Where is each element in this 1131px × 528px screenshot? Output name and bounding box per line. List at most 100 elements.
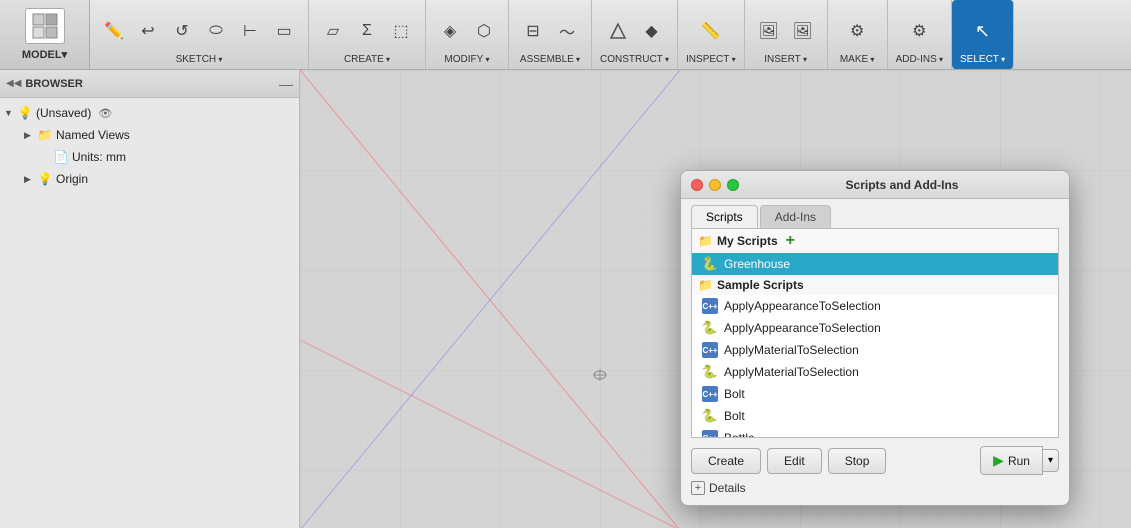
dialog-titlebar: Scripts and Add-Ins	[681, 171, 1069, 199]
create-icon-2[interactable]: Σ	[351, 15, 383, 47]
tree-label-units: Units: mm	[72, 150, 126, 164]
insert-section: 🖼 🖼 INSERT	[745, 0, 828, 69]
model-menu[interactable]: MODEL▾	[0, 0, 90, 69]
make-label[interactable]: MAKE	[840, 54, 875, 65]
script-label-apply-appearance-cpp: ApplyAppearanceToSelection	[724, 299, 881, 313]
script-item-apply-appearance-cpp[interactable]: C++ ApplyAppearanceToSelection	[692, 295, 1058, 317]
script-item-bolt-cpp[interactable]: C++ Bolt	[692, 383, 1058, 405]
sketch-icon-4[interactable]: ⬭	[200, 15, 232, 47]
assemble-icon-2[interactable]: 〜	[551, 15, 583, 47]
python-icon-greenhouse: 🐍	[702, 256, 718, 272]
create-section: ▱ Σ ⬚ CREATE	[309, 0, 426, 69]
maximize-button[interactable]	[727, 179, 739, 191]
details-expand-btn[interactable]: +	[691, 481, 705, 495]
inspect-icon-1[interactable]: 📏	[695, 15, 727, 47]
add-script-button[interactable]: +	[786, 232, 795, 250]
run-button[interactable]: ▶ Run	[980, 446, 1043, 475]
addins-section: ⚙ ADD-INS	[888, 0, 952, 69]
assemble-label[interactable]: ASSEMBLE	[520, 54, 580, 65]
make-section: ⚙ MAKE	[828, 0, 888, 69]
browser-header: ◀◀ BROWSER —	[0, 70, 299, 98]
construct-label[interactable]: CONSTRUCT	[600, 54, 669, 65]
tree-icon-origin: 💡	[37, 172, 53, 186]
close-button[interactable]	[691, 179, 703, 191]
model-label: MODEL▾	[22, 48, 67, 61]
sketch-label[interactable]: SKETCH	[176, 54, 223, 65]
tree-icon-named-views: 📁	[37, 128, 53, 142]
make-icon-1[interactable]: ⚙	[841, 15, 873, 47]
insert-icon-2[interactable]: 🖼	[787, 15, 819, 47]
sketch-icon-3[interactable]: ↺	[166, 15, 198, 47]
tree-arrow-origin: ▶	[24, 174, 34, 185]
tree-item-unsaved[interactable]: ▼ 💡 (Unsaved) 👁	[0, 102, 299, 124]
tree-item-units[interactable]: ▶ 📄 Units: mm	[0, 146, 299, 168]
script-item-bottle-cpp[interactable]: C++ Bottle	[692, 427, 1058, 438]
create-icon-3[interactable]: ⬚	[385, 15, 417, 47]
construct-section: ◆ CONSTRUCT	[592, 0, 678, 69]
script-label-bottle-cpp: Bottle	[724, 431, 755, 438]
scripts-dialog: Scripts and Add-Ins Scripts Add-Ins 📁 My…	[680, 170, 1070, 506]
script-label-bolt-cpp: Bolt	[724, 387, 745, 401]
tree-item-origin[interactable]: ▶ 💡 Origin	[0, 168, 299, 190]
construct-icon-1[interactable]	[602, 15, 634, 47]
browser-content: ▼ 💡 (Unsaved) 👁 ▶ 📁 Named Views ▶ 📄 Unit…	[0, 98, 299, 194]
modify-icon-1[interactable]: ◈	[434, 15, 466, 47]
stop-button[interactable]: Stop	[828, 448, 887, 474]
browser-minimize-btn[interactable]: —	[279, 76, 293, 92]
sketch-section: ✏️ ↩ ↺ ⬭ ⊢ ▭ SKETCH	[90, 0, 309, 69]
tree-arrow-named-views: ▶	[24, 130, 34, 141]
addins-label[interactable]: ADD-INS	[896, 54, 943, 65]
tab-addins[interactable]: Add-Ins	[760, 205, 831, 228]
scripts-list[interactable]: 📁 My Scripts + 🐍 Greenhouse 📁 Sample Scr…	[691, 228, 1059, 438]
select-icon[interactable]: ↖	[967, 15, 999, 47]
run-dropdown-button[interactable]: ▾	[1043, 449, 1059, 472]
details-label[interactable]: Details	[709, 481, 746, 495]
run-label: Run	[1008, 454, 1030, 468]
tree-arrow-unsaved: ▼	[4, 108, 14, 118]
dialog-tabs: Scripts Add-Ins	[681, 199, 1069, 228]
toolbar: MODEL▾ ✏️ ↩ ↺ ⬭ ⊢ ▭ SKETCH ▱ Σ ⬚ CREATE …	[0, 0, 1131, 70]
edit-button[interactable]: Edit	[767, 448, 822, 474]
run-button-group: ▶ Run ▾	[980, 446, 1059, 475]
visibility-icon-unsaved[interactable]: 👁	[98, 107, 112, 120]
tree-icon-unsaved: 💡	[17, 106, 33, 120]
script-item-apply-material-cpp[interactable]: C++ ApplyMaterialToSelection	[692, 339, 1058, 361]
modify-icon-2[interactable]: ⬡	[468, 15, 500, 47]
assemble-icon-1[interactable]: ⊟	[517, 15, 549, 47]
select-section: ↖ SELECT	[952, 0, 1014, 69]
script-item-greenhouse[interactable]: 🐍 Greenhouse	[692, 253, 1058, 275]
assemble-section: ⊟ 〜 ASSEMBLE	[509, 0, 592, 69]
my-scripts-folder-icon: 📁	[698, 234, 713, 248]
insert-label[interactable]: INSERT	[764, 54, 807, 65]
tree-icon-units: 📄	[53, 150, 69, 164]
script-item-apply-material-py[interactable]: 🐍 ApplyMaterialToSelection	[692, 361, 1058, 383]
script-label-apply-material-cpp: ApplyMaterialToSelection	[724, 343, 859, 357]
sketch-icon-2[interactable]: ↩	[132, 15, 164, 47]
details-row: + Details	[691, 481, 1059, 495]
tab-scripts[interactable]: Scripts	[691, 205, 758, 228]
browser-collapse-arrow[interactable]: ◀◀	[6, 78, 21, 89]
python-icon-1: 🐍	[702, 320, 718, 336]
inspect-label[interactable]: INSPECT	[686, 54, 736, 65]
sample-scripts-folder-icon: 📁	[698, 278, 713, 292]
sketch-icon-1[interactable]: ✏️	[98, 15, 130, 47]
minimize-button[interactable]	[709, 179, 721, 191]
script-item-apply-appearance-py[interactable]: 🐍 ApplyAppearanceToSelection	[692, 317, 1058, 339]
create-icon-1[interactable]: ▱	[317, 15, 349, 47]
tree-item-named-views[interactable]: ▶ 📁 Named Views	[0, 124, 299, 146]
create-label[interactable]: CREATE	[344, 54, 390, 65]
run-triangle-icon: ▶	[993, 452, 1004, 469]
script-item-bolt-py[interactable]: 🐍 Bolt	[692, 405, 1058, 427]
create-button[interactable]: Create	[691, 448, 761, 474]
select-label[interactable]: SELECT	[960, 54, 1005, 65]
tree-label-unsaved: (Unsaved)	[36, 106, 91, 120]
construct-icon-2[interactable]: ◆	[636, 15, 668, 47]
modify-label[interactable]: MODIFY	[444, 54, 489, 65]
sketch-icon-6[interactable]: ▭	[268, 15, 300, 47]
addins-icon-1[interactable]: ⚙	[903, 15, 935, 47]
python-icon-3: 🐍	[702, 408, 718, 424]
insert-icon-1[interactable]: 🖼	[753, 15, 785, 47]
sketch-icon-5[interactable]: ⊢	[234, 15, 266, 47]
inspect-section: 📏 INSPECT	[678, 0, 745, 69]
my-scripts-label: My Scripts	[717, 234, 778, 248]
